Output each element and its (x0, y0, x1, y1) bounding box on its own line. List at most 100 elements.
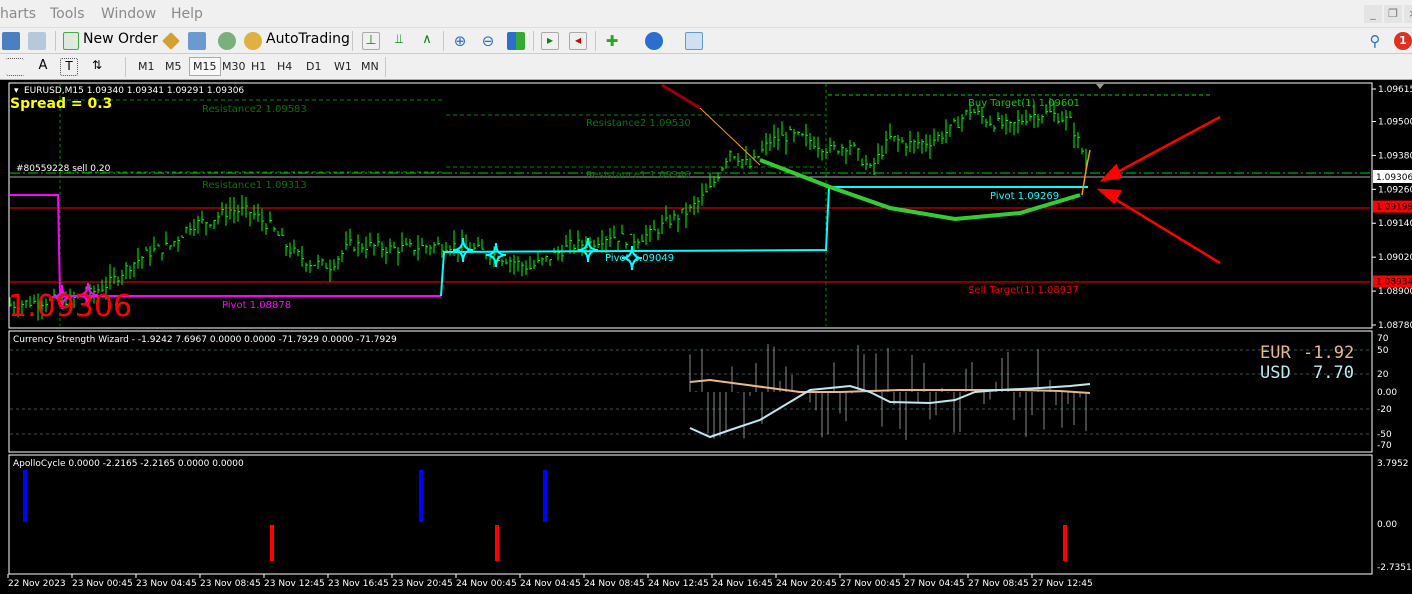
svg-text:20: 20 (1377, 370, 1389, 380)
timeframes-toolbar: A T ⇅ M1 M5 M15 M30 H1 H4 D1 W1 MN (0, 54, 1412, 80)
new-order-icon[interactable] (63, 32, 79, 50)
price-tick-label: 1.09020 (1378, 253, 1412, 263)
buy-target-label: Buy Target(1) 1.09601 (968, 98, 1080, 109)
apollo-header: ApolloCycle 0.0000 -2.2165 -2.2165 0.000… (13, 459, 244, 469)
time-tick-label: 27 Nov 04:45 (904, 579, 965, 589)
notifications-badge[interactable]: 1 (1394, 32, 1412, 50)
signals-icon[interactable] (218, 32, 236, 50)
periods-icon[interactable] (645, 32, 663, 50)
price-tick-label: 1.08780 (1378, 321, 1412, 331)
timeframe-w1[interactable]: W1 (331, 59, 355, 74)
restore-button[interactable]: ❐ (1384, 5, 1402, 23)
line-chart-icon[interactable]: ∧ (418, 32, 436, 50)
resistance1-label-a: Resistance1 1.09313 (202, 180, 307, 191)
price-tick-label: 1.09140 (1378, 219, 1412, 229)
eur-value: -1.92 (1303, 343, 1354, 363)
menu-charts[interactable]: harts (0, 6, 36, 22)
pivot-label-a: Pivot 1.08878 (222, 300, 291, 311)
metaeditor-icon[interactable] (162, 32, 180, 50)
current-price-label: 1.09306 (1376, 173, 1412, 183)
csw-header: Currency Strength Wizard - -1.9242 7.696… (13, 335, 397, 345)
svg-text:-50: -50 (1377, 430, 1392, 440)
standard-toolbar: New Order AutoTrading ⊥ ⫫ ∧ ⊕ ⊖ ▸ ◂ ✚ ⚲ … (0, 28, 1412, 54)
price-tick-label: 1.09500 (1378, 118, 1412, 128)
svg-text:50: 50 (1377, 346, 1389, 356)
svg-text:-20: -20 (1377, 405, 1392, 415)
time-tick-label: 23 Nov 20:45 (392, 579, 453, 589)
sell-target-label: Sell Target(1) 1.08937 (968, 285, 1079, 296)
fibonacci-icon[interactable] (6, 58, 24, 76)
autotrading-icon[interactable] (244, 32, 262, 50)
minimize-button[interactable]: _ (1364, 5, 1382, 23)
arrows-icon[interactable]: ⇅ (88, 58, 106, 76)
pivot-label-b: Pivot 1.09049 (605, 253, 674, 264)
resistance2-label-b: Resistance2 1.09530 (586, 118, 691, 129)
time-tick-label: 27 Nov 12:45 (1032, 579, 1093, 589)
tile-windows-icon[interactable] (507, 32, 525, 50)
time-tick-label: 24 Nov 00:45 (456, 579, 517, 589)
resistance1-label-b: Resistance1 1.09346 (586, 170, 691, 181)
chart-header: EURUSD,M15 1.09340 1.09341 1.09291 1.093… (24, 86, 244, 96)
time-tick-label: 23 Nov 12:45 (264, 579, 325, 589)
timeframe-m15[interactable]: M15 (189, 57, 221, 76)
price-tick-label: 1.09260 (1378, 185, 1412, 195)
zoom-out-icon[interactable]: ⊖ (479, 32, 497, 50)
svg-text:0.00: 0.00 (1377, 520, 1397, 530)
spread-label: Spread = 0.3 (10, 96, 112, 112)
big-price-label: 1.09306 (8, 289, 132, 324)
price-tick-label: 1.09380 (1378, 151, 1412, 161)
market-watch-icon[interactable] (2, 32, 20, 50)
search-icon[interactable]: ⚲ (1366, 32, 1384, 50)
svg-text:-2.7351: -2.7351 (1377, 563, 1412, 573)
collapse-icon[interactable]: ▾ (14, 86, 19, 96)
templates-icon[interactable] (685, 32, 703, 50)
svg-text:70: 70 (1377, 334, 1389, 344)
time-tick-label: 22 Nov 2023 (8, 579, 66, 589)
menu-help[interactable]: Help (171, 6, 203, 22)
chart-window[interactable]: ▾ EURUSD,M15 1.09340 1.09341 1.09291 1.0… (0, 80, 1412, 594)
time-tick-label: 23 Nov 00:45 (72, 579, 133, 589)
autoscroll-icon[interactable]: ▸ (541, 32, 559, 50)
close-button[interactable]: × (1404, 5, 1412, 23)
candlestick-icon[interactable]: ⫫ (390, 32, 408, 50)
data-window-icon[interactable] (28, 32, 46, 50)
menu-tools[interactable]: Tools (50, 6, 85, 22)
timeframe-mn[interactable]: MN (358, 59, 382, 74)
zoom-in-icon[interactable]: ⊕ (451, 32, 469, 50)
svg-text:-70: -70 (1377, 441, 1392, 451)
time-tick-label: 24 Nov 16:45 (712, 579, 773, 589)
text-tool-icon[interactable]: A (34, 58, 52, 76)
resistance2-label-a: Resistance2 1.09583 (202, 104, 307, 115)
timeframe-d1[interactable]: D1 (303, 59, 324, 74)
price-tick-label: 1.09615 (1378, 85, 1412, 95)
bar-chart-icon[interactable]: ⊥ (362, 32, 380, 50)
line-price-label: 1.08934 (1376, 277, 1412, 287)
usd-value: 7.70 (1313, 363, 1354, 383)
time-tick-label: 23 Nov 08:45 (200, 579, 261, 589)
order-label: #80559228 sell 0.20 (16, 164, 111, 174)
timeframe-m5[interactable]: M5 (162, 59, 185, 74)
timeframe-m30[interactable]: M30 (219, 59, 249, 74)
text-label-icon[interactable]: T (60, 58, 78, 76)
timeframe-h4[interactable]: H4 (274, 59, 295, 74)
eur-label: EUR (1260, 343, 1291, 363)
line-price-label: 1.09199 (1376, 203, 1412, 213)
autotrading-button[interactable]: AutoTrading (266, 31, 350, 47)
timeframe-h1[interactable]: H1 (248, 59, 269, 74)
svg-text:0.00: 0.00 (1377, 388, 1397, 398)
time-tick-label: 24 Nov 20:45 (776, 579, 837, 589)
time-tick-label: 24 Nov 04:45 (520, 579, 581, 589)
svg-text:3.7952: 3.7952 (1377, 459, 1409, 469)
time-tick-label: 24 Nov 08:45 (584, 579, 645, 589)
menu-bar: harts Tools Window Help _ ❐ × (0, 0, 1412, 28)
time-tick-label: 23 Nov 04:45 (136, 579, 197, 589)
chart-shift-icon[interactable]: ◂ (569, 32, 587, 50)
new-order-button[interactable]: New Order (83, 31, 158, 47)
timeframe-m1[interactable]: M1 (135, 59, 158, 74)
terminal-icon[interactable] (188, 32, 206, 50)
time-tick-label: 24 Nov 12:45 (648, 579, 709, 589)
menu-window[interactable]: Window (101, 6, 156, 22)
usd-label: USD (1260, 363, 1291, 383)
time-tick-label: 27 Nov 08:45 (968, 579, 1029, 589)
indicators-icon[interactable]: ✚ (603, 32, 621, 50)
